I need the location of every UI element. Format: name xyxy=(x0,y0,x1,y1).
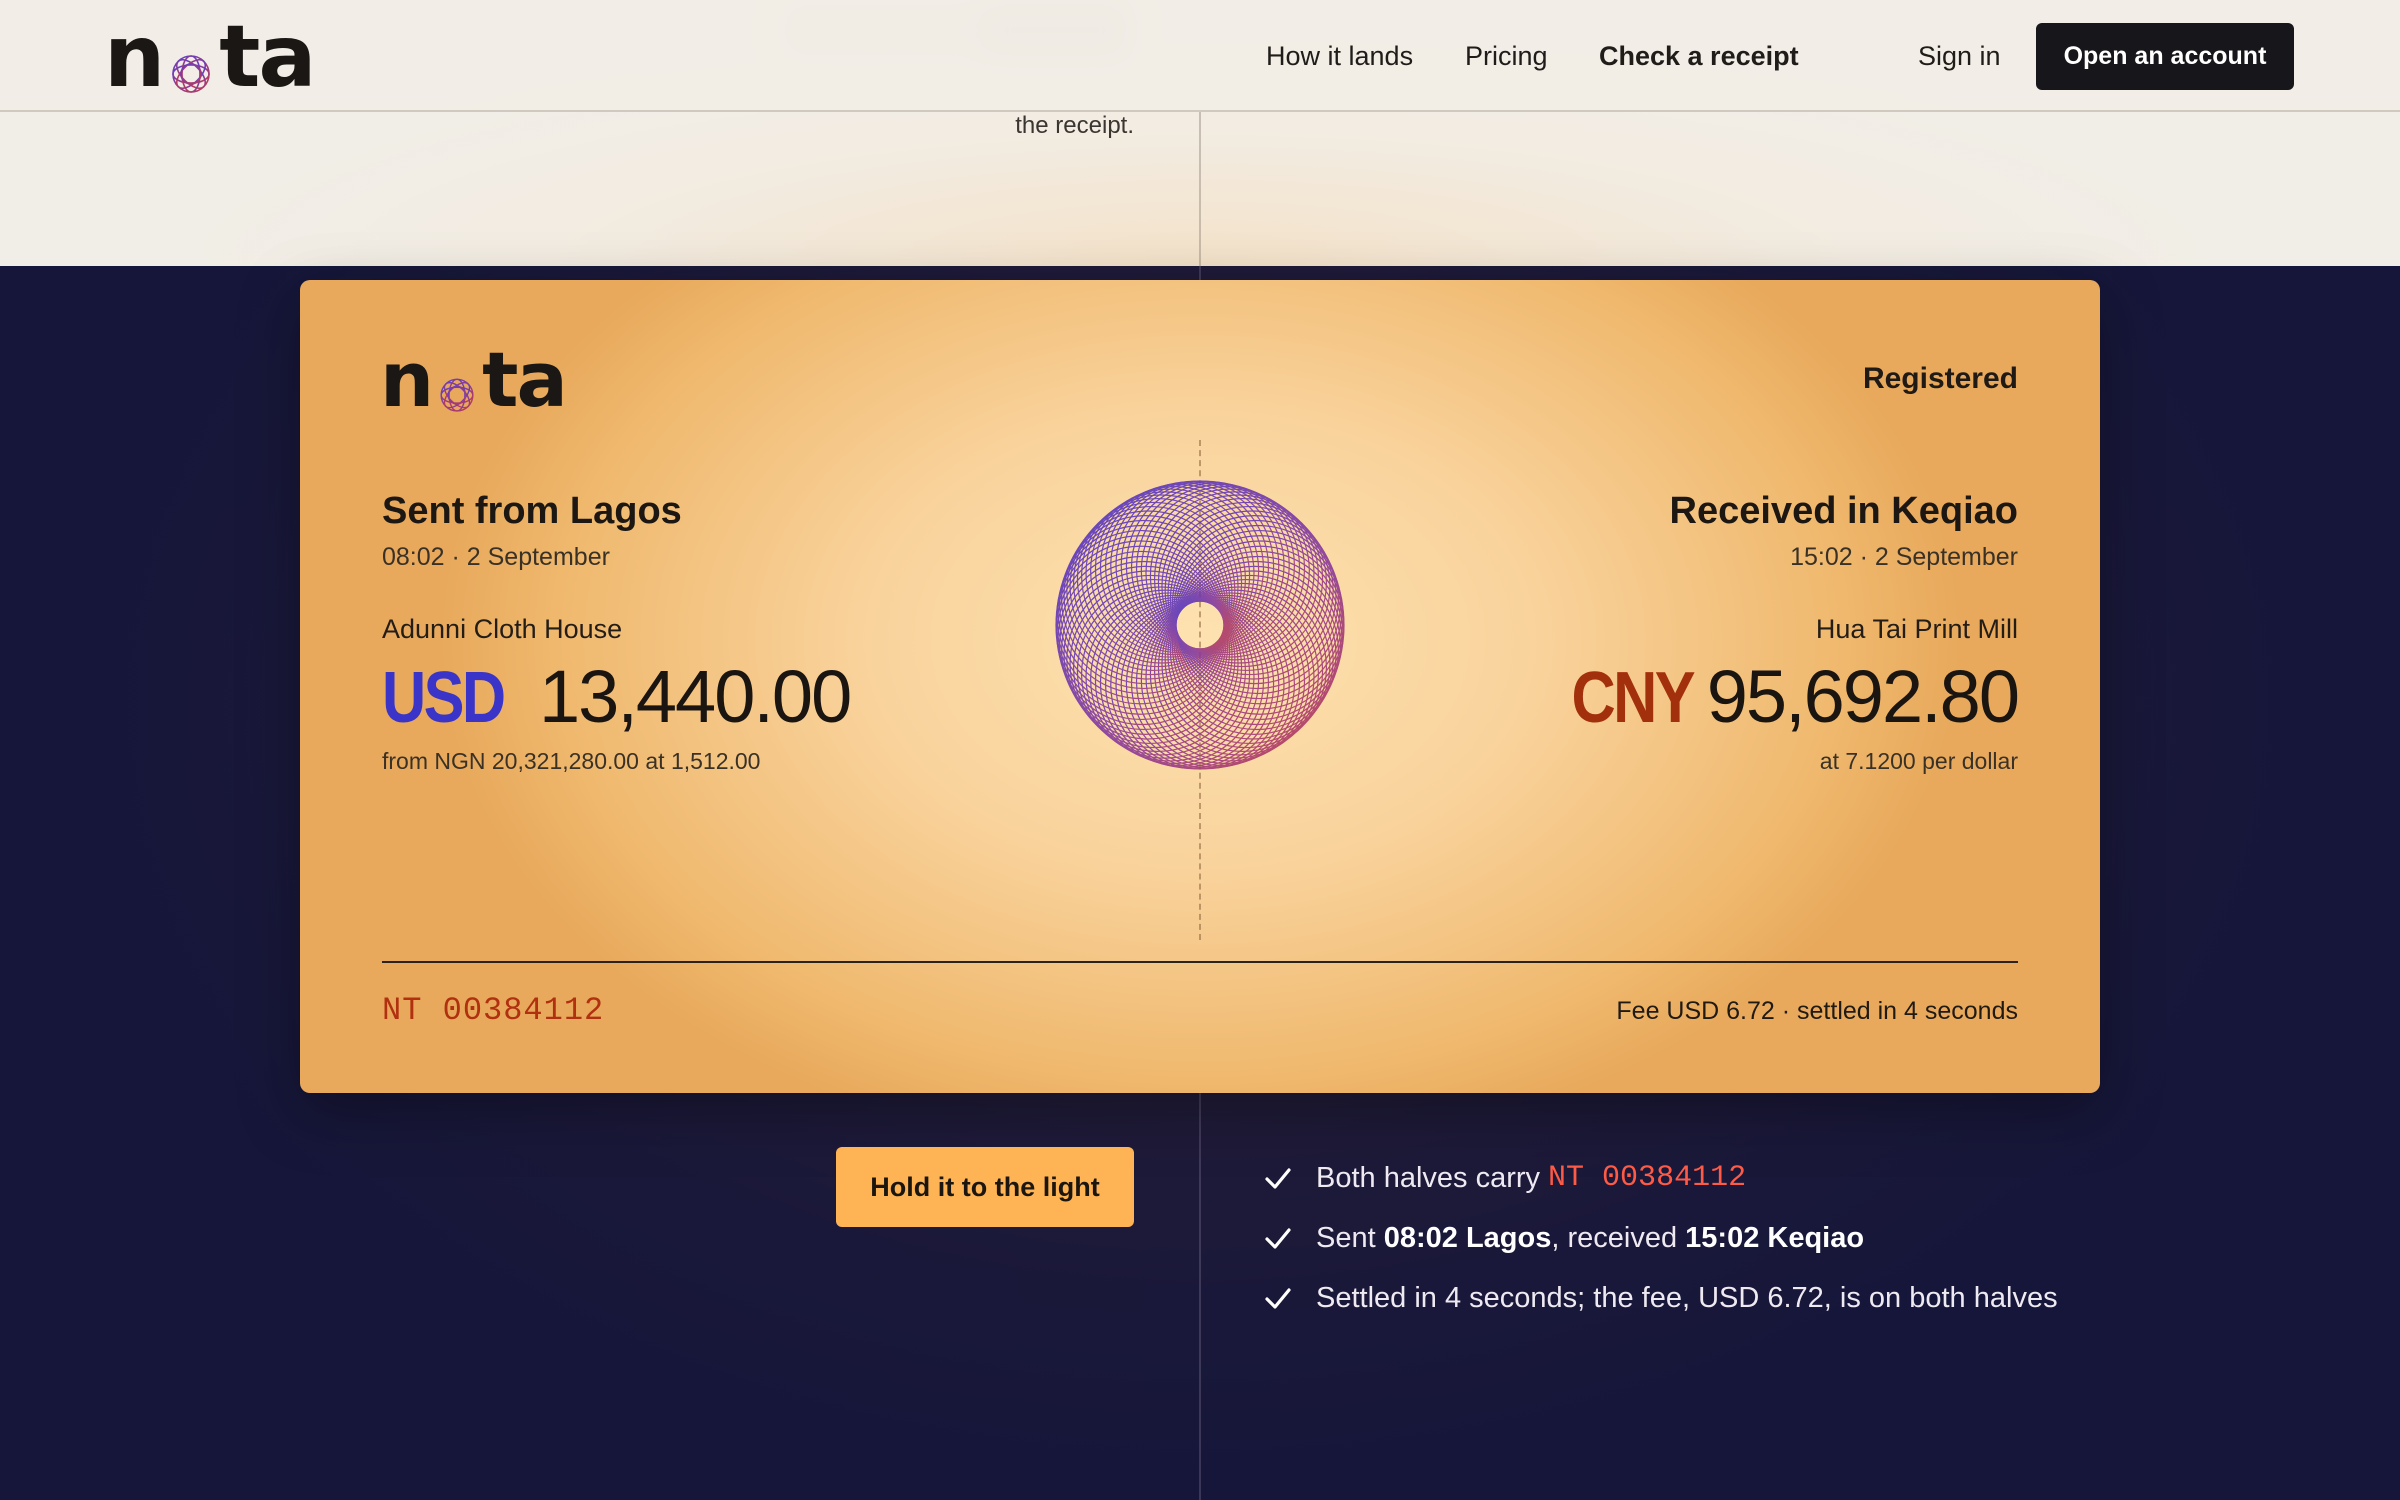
check-text: Both halves carry xyxy=(1316,1161,1541,1194)
hold-to-light-button[interactable]: Hold it to the light xyxy=(836,1147,1134,1227)
received-place: Received in Keqiao xyxy=(1669,490,2018,532)
list-item: Settled in 4 seconds; the fee, USD 6.72,… xyxy=(1262,1268,2058,1328)
check-received-time: 15:02 Keqiao xyxy=(1685,1221,1865,1254)
received-currency: CNY xyxy=(1571,658,1695,738)
check-text: Settled in 4 seconds; the fee, USD 6.72,… xyxy=(1316,1281,2058,1314)
check-icon xyxy=(1265,1168,1291,1189)
logo-ring-icon xyxy=(172,55,211,93)
card-logo: n ta xyxy=(380,335,568,424)
received-half: Received in Keqiao 15:02 · 2 September H… xyxy=(1550,490,2020,775)
recipient-name: Hua Tai Print Mill xyxy=(1815,614,2018,644)
verification-list: Both halves carry NT 00384112 Sent 08:02… xyxy=(1262,1148,2058,1328)
brand-logo[interactable]: n ta xyxy=(104,7,316,107)
sign-in-link[interactable]: Sign in xyxy=(1918,41,2001,72)
sent-time: 08:02 · 2 September xyxy=(382,543,610,571)
received-conversion: at 7.1200 per dollar xyxy=(1819,748,2018,774)
sent-half: Sent from Lagos 08:02 · 2 September Adun… xyxy=(382,490,852,775)
sent-currency: USD xyxy=(382,658,506,738)
check-icon xyxy=(1265,1228,1291,1249)
received-time: 15:02 · 2 September xyxy=(1790,543,2018,571)
received-value: 95,692.80 xyxy=(1706,655,2020,738)
check-text: Sent xyxy=(1316,1221,1376,1254)
check-sent-time: 08:02 Lagos xyxy=(1383,1221,1552,1254)
nav-pricing[interactable]: Pricing xyxy=(1465,41,1548,72)
open-account-button[interactable]: Open an account xyxy=(2036,23,2294,90)
site-header: n ta How it lands Pricing Check a receip… xyxy=(0,0,2400,112)
logo-ring-icon xyxy=(440,378,474,412)
list-item: Both halves carry NT 00384112 xyxy=(1262,1148,2058,1208)
logo-text-end: ta xyxy=(219,7,316,107)
receipt-card: n ta Registered Sent from Lagos 08:02 · … xyxy=(300,280,2100,1093)
card-divider xyxy=(382,961,2018,963)
logo-text-start: n xyxy=(380,335,434,424)
status-badge: Registered xyxy=(1862,362,2018,395)
logo-text-end: ta xyxy=(482,335,568,424)
list-item: Sent 08:02 Lagos, received 15:02 Keqiao xyxy=(1262,1208,2058,1268)
guilloche-rosette xyxy=(1055,480,1345,770)
nav-check-receipt[interactable]: Check a receipt xyxy=(1599,41,1799,72)
sent-place: Sent from Lagos xyxy=(382,490,682,532)
check-serial-code: NT 00384112 xyxy=(1548,1161,1747,1195)
check-text: , received xyxy=(1551,1221,1678,1254)
sent-conversion: from NGN 20,321,280.00 at 1,512.00 xyxy=(382,748,761,774)
fee-summary: Fee USD 6.72 · settled in 4 seconds xyxy=(1616,997,2018,1025)
nav-how-it-lands[interactable]: How it lands xyxy=(1266,41,1413,72)
sender-name: Adunni Cloth House xyxy=(382,614,623,644)
intro-caption: the receipt. xyxy=(1015,112,1134,139)
sent-amount: USD 13,440.00 xyxy=(382,655,852,739)
check-icon xyxy=(1265,1288,1291,1309)
sent-value: 13,440.00 xyxy=(539,655,852,738)
serial-number: NT 00384112 xyxy=(382,992,605,1029)
received-amount: CNY 95,692.80 xyxy=(1550,655,2020,739)
logo-text-start: n xyxy=(104,7,165,107)
